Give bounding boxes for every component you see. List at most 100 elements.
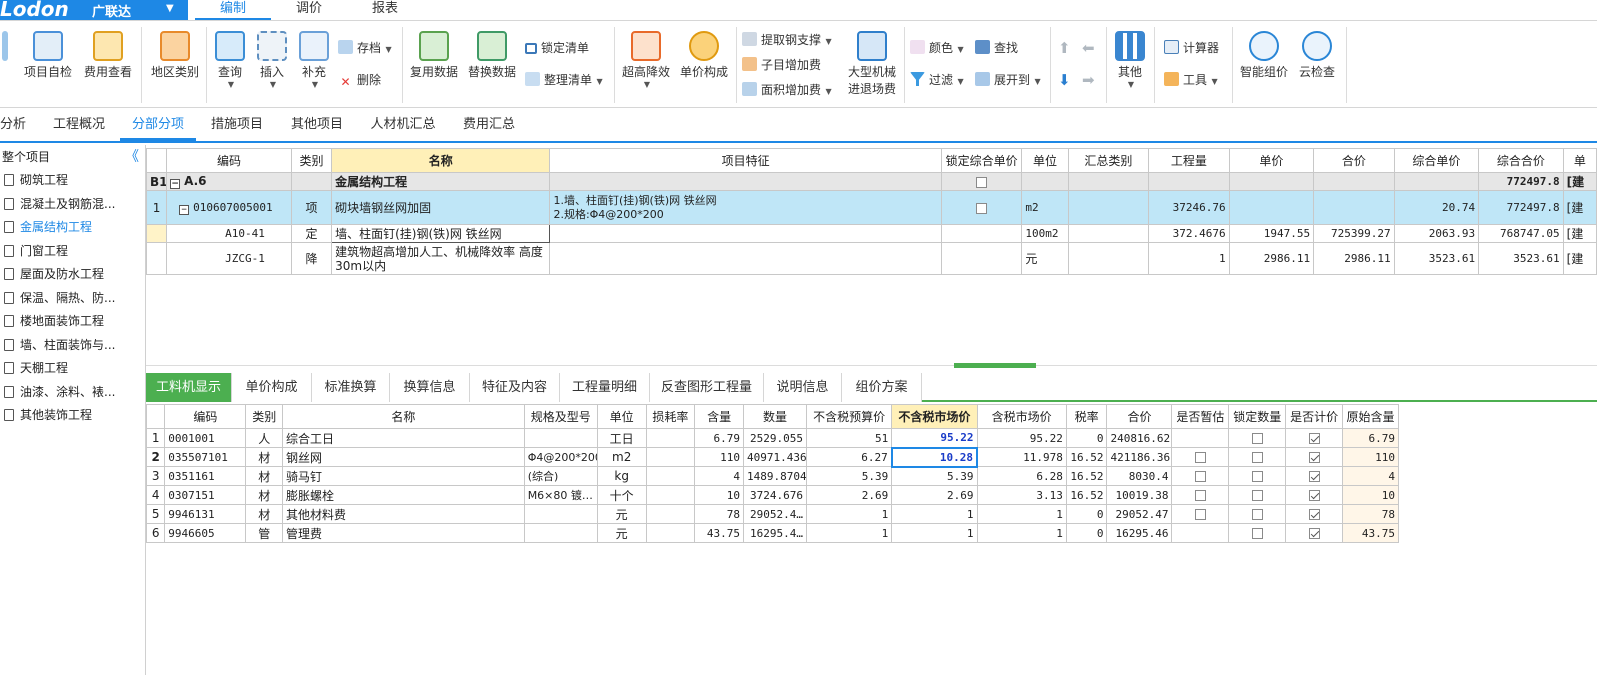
checkbox[interactable] <box>976 176 988 188</box>
arrow-down-icon[interactable]: ⬇ <box>1058 71 1071 89</box>
checkbox[interactable] <box>1194 452 1206 463</box>
col-header-market-tax[interactable]: 含税市场价 <box>976 404 1067 429</box>
col-header-total[interactable]: 合价 <box>1106 404 1173 429</box>
col-header-content[interactable]: 含量 <box>694 404 744 429</box>
fee-view-button[interactable]: 费用查看 <box>80 31 136 80</box>
col-header-name[interactable]: 名称 <box>282 404 525 429</box>
cell-market[interactable]: 95.22 <box>891 428 978 448</box>
col-header-estimate[interactable]: 是否暂估 <box>1171 404 1230 429</box>
tree-item[interactable]: 保温、隔热、防... <box>0 287 145 311</box>
cell-market[interactable]: 1 <box>891 504 978 524</box>
col-header-loss[interactable]: 损耗率 <box>645 404 696 429</box>
table-row[interactable]: 1 0001001 人综合工日 工日 6.79 2529.055 51 95.22 95.22 0… <box>145 428 1399 448</box>
col-header-summary-cat[interactable]: 汇总类别 <box>1067 148 1150 173</box>
arrow-left-icon[interactable]: ⬅ <box>1082 39 1095 57</box>
cell-market[interactable]: 10.28 <box>890 446 979 468</box>
find-button[interactable]: 查找 <box>975 39 1018 57</box>
col-header-type[interactable]: 类别 <box>290 148 333 173</box>
tab-reports[interactable]: 报表 <box>347 0 423 20</box>
col-header-rate[interactable]: 税率 <box>1065 404 1108 429</box>
tab-adjust-price[interactable]: 调价 <box>271 0 347 20</box>
table-row-section[interactable]: B1 − A.6 金属结构工程 772497.8 [建 <box>145 172 1597 191</box>
tree-root[interactable]: 整个项目《 <box>0 145 145 169</box>
table-row[interactable]: 5 9946131 材其他材料费元 78 29052.4… 1 1 1 0 29052.47 78 <box>145 504 1399 524</box>
table-row[interactable]: A10-41 定 墙、柱面钉(挂)钢(铁)网 铁丝网 100m2 372.467… <box>145 224 1597 243</box>
col-header[interactable] <box>145 148 168 173</box>
arrow-up-icon[interactable]: ⬆ <box>1058 39 1071 57</box>
tab-description[interactable]: 说明信息 <box>764 373 842 402</box>
tab-labor-material[interactable]: 工料机显示 <box>146 373 232 402</box>
table-row[interactable]: 6 9946605 管管理费元 43.75 16295.4… 1 1 1 0 16295.46 43… <box>145 523 1399 543</box>
checkbox[interactable] <box>1251 528 1263 539</box>
col-header-type[interactable]: 类别 <box>245 404 284 429</box>
checkbox[interactable] <box>1308 471 1320 482</box>
reuse-data-button[interactable]: 复用数据 <box>406 31 462 80</box>
tab-unit-price-composition[interactable]: 单价构成 <box>232 373 312 402</box>
cloud-check-button[interactable]: 云检查 <box>1292 31 1342 80</box>
checkbox[interactable] <box>1251 471 1263 482</box>
calculator-button[interactable]: 计算器 <box>1164 39 1219 57</box>
arrow-right-icon[interactable]: ➡ <box>1082 71 1095 89</box>
tree-item[interactable]: 砌筑工程 <box>0 169 145 193</box>
col-header-price[interactable]: 单价 <box>1228 148 1315 173</box>
checkbox[interactable] <box>1251 490 1263 501</box>
tools-button[interactable]: 工具 ▼ <box>1164 71 1218 89</box>
tab-features-content[interactable]: 特征及内容 <box>470 373 560 402</box>
ribbon-partial-button[interactable] <box>0 31 10 63</box>
subitem-fee-button[interactable]: 子目增加费 <box>742 56 821 74</box>
tree-item[interactable]: 天棚工程 <box>0 357 145 381</box>
insert-button[interactable]: 插入 ▼ <box>252 31 292 89</box>
table-row[interactable]: 2 035507101 材钢丝网 Φ4@200*200 m2 110 40971.436 6.… <box>145 446 1399 468</box>
tree-item[interactable]: 其他装饰工程 <box>0 404 145 428</box>
panel-splitter-handle[interactable] <box>954 363 1036 368</box>
tab-project-overview[interactable]: 工程概况 <box>40 109 118 141</box>
area-fee-button[interactable]: 面积增加费 ▼ <box>742 81 832 99</box>
smart-price-button[interactable]: 智能组价 <box>1236 31 1292 80</box>
col-header-unit[interactable]: 单位 <box>1021 148 1069 173</box>
cell-market[interactable]: 1 <box>891 523 978 543</box>
tab-measures[interactable]: 措施项目 <box>198 109 276 141</box>
col-header-unit[interactable]: 单位 <box>596 404 647 429</box>
col-header-total[interactable]: 合价 <box>1313 148 1395 173</box>
checkbox[interactable] <box>1308 490 1320 501</box>
col-header-name[interactable]: 名称 <box>331 148 551 173</box>
super-high-button[interactable]: 超高降效 ▼ <box>618 31 674 89</box>
delete-button[interactable]: ✕ 删除 <box>338 71 381 89</box>
tree-item[interactable]: 混凝土及钢筋混... <box>0 193 145 217</box>
extract-steel-button[interactable]: 提取钢支撑 ▼ <box>742 31 832 49</box>
col-header-qty[interactable]: 数量 <box>743 404 807 429</box>
filter-button[interactable]: 过滤 ▼ <box>910 71 964 89</box>
checkbox[interactable] <box>1251 509 1263 520</box>
unit-price-button[interactable]: 单价构成 <box>676 31 732 80</box>
table-row[interactable]: 4 0307151 材膨胀螺栓 M6×80 镀… 十个 10 3724.676 2.69 2.6… <box>145 485 1399 505</box>
col-header-qty[interactable]: 工程量 <box>1148 148 1230 173</box>
tree-item[interactable]: 楼地面装饰工程 <box>0 310 145 334</box>
save-archive-button[interactable]: 存档 ▼ <box>338 39 392 57</box>
checkbox[interactable] <box>976 202 988 214</box>
tab-labor-material-summary[interactable]: 人材机汇总 <box>358 109 448 141</box>
checkbox[interactable] <box>1251 433 1263 444</box>
project-check-button[interactable]: 项目自检 <box>20 31 76 80</box>
table-row[interactable]: 3 0351161 材骑马钉 (综合) kg 4 1489.8704 5.39 5.39 6.28… <box>145 466 1399 486</box>
table-row-selected[interactable]: 1 −010607005001 项 砌块墙钢丝网加固 1.墙、柱面钉(挂)钢(铁… <box>145 190 1597 225</box>
expand-to-button[interactable]: 展开到 ▼ <box>975 71 1041 89</box>
checkbox[interactable] <box>1308 433 1320 444</box>
cell-market[interactable]: 2.69 <box>891 485 978 505</box>
tree-item[interactable]: 墙、柱面装饰与... <box>0 334 145 358</box>
region-category-button[interactable]: 地区类别 <box>146 31 204 80</box>
col-header-lock-qty[interactable]: 锁定数量 <box>1228 404 1287 429</box>
replace-data-button[interactable]: 替换数据 <box>464 31 520 80</box>
tab-edit[interactable]: 编制 <box>195 0 271 20</box>
col-header-comp-total[interactable]: 综合合价 <box>1478 148 1564 173</box>
checkbox[interactable] <box>1194 490 1206 501</box>
tab-sub-items[interactable]: 分部分项 <box>120 109 196 141</box>
col-header-extra[interactable]: 单 <box>1562 148 1597 173</box>
cell-market[interactable]: 5.39 <box>891 466 978 486</box>
col-header-budget-price[interactable]: 不含税预算价 <box>805 404 893 429</box>
col-header-lock-price[interactable]: 锁定综合单价 <box>940 148 1023 173</box>
col-header-market-price[interactable]: 不含税市场价 <box>891 404 978 429</box>
col-header-feature[interactable]: 项目特征 <box>549 148 942 173</box>
col-header-orig-content[interactable]: 原始含量 <box>1342 404 1399 429</box>
tree-item-selected[interactable]: 金属结构工程 <box>0 216 145 240</box>
col-header-spec[interactable]: 规格及型号 <box>523 404 598 429</box>
